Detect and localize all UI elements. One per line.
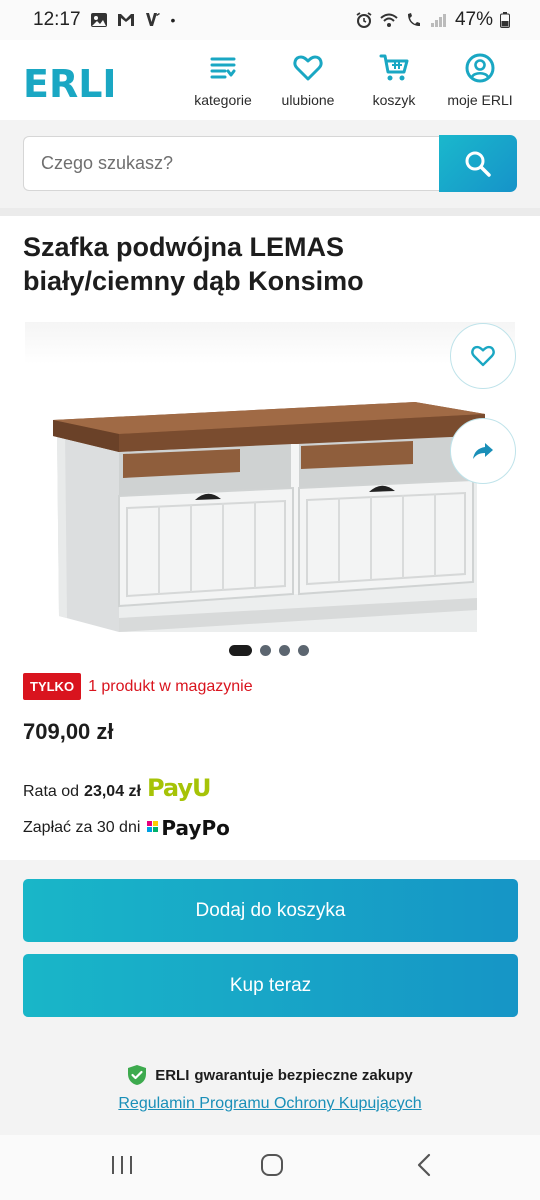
battery-icon [500, 12, 510, 28]
signal-icon [430, 14, 446, 27]
gallery-dot-4[interactable] [298, 645, 309, 656]
nav-ulubione[interactable]: ulubione [263, 52, 353, 108]
erli-logo[interactable]: ERLI [23, 62, 117, 106]
share-icon [473, 443, 493, 459]
paypo-row: Zapłać za 30 dni PayPo [23, 816, 230, 840]
product-title: Szafka podwójna LEMAS biały/ciemny dąb K… [23, 232, 364, 296]
wifi-calling-icon [407, 13, 420, 26]
category-list-icon [210, 57, 236, 79]
installment-row: Rata od 23,04 zł PayU [23, 774, 212, 802]
guarantee-row: ERLI gwarantuje bezpieczne zakupy [0, 1064, 540, 1086]
gallery-icon [90, 13, 107, 27]
nav-moje-erli[interactable]: moje ERLI [435, 52, 525, 108]
buyer-protection-link[interactable]: Regulamin Programu Ochrony Kupujących [0, 1095, 540, 1113]
search-bar [0, 120, 540, 208]
status-bar: 12:17 • 47% [0, 0, 540, 40]
nav-koszyk[interactable]: koszyk [349, 52, 439, 108]
installment-value: 23,04 zł [84, 783, 141, 800]
nav-label-koszyk: koszyk [372, 92, 416, 108]
gallery-pagination [229, 645, 309, 656]
product-gallery[interactable] [0, 322, 540, 642]
nav-label-moje-erli: moje ERLI [447, 92, 513, 108]
guarantee-text: gwarantuje bezpieczne zakupy [194, 1066, 413, 1084]
search-icon [465, 151, 491, 177]
recent-apps-icon[interactable] [110, 1153, 134, 1177]
gallery-top-shadow [25, 322, 515, 364]
gallery-dot-2[interactable] [260, 645, 271, 656]
notification-dot: • [170, 12, 176, 28]
heart-icon [293, 55, 323, 81]
nav-label-kategorie: kategorie [194, 92, 252, 108]
nav-label-ulubione: ulubione [281, 92, 335, 108]
nav-kategorie[interactable]: kategorie [178, 52, 268, 108]
search-input[interactable] [23, 136, 441, 191]
user-icon [465, 53, 495, 83]
stock-info: TYLKO 1 produkt w magazynie [23, 673, 253, 700]
buy-now-button[interactable]: Kup teraz [23, 954, 518, 1017]
vinted-icon [145, 13, 160, 26]
product-image[interactable] [45, 392, 485, 642]
gmail-icon [117, 14, 134, 26]
clock: 12:17 [33, 9, 81, 30]
payu-logo: PayU [146, 774, 212, 802]
add-to-cart-button[interactable]: Dodaj do koszyka [23, 879, 518, 942]
app-header: ERLI kategorie ulubione koszyk moje ERLI [0, 40, 540, 120]
wifi-icon [380, 13, 398, 27]
paypo-logo-text: PayPo [161, 816, 230, 840]
paypo-label: Zapłać za 30 dni [23, 819, 141, 836]
paypo-logo: PayPo [147, 816, 230, 840]
heart-icon [471, 345, 495, 367]
search-button[interactable] [439, 135, 517, 192]
section-divider [0, 208, 540, 216]
share-button[interactable] [450, 418, 516, 484]
back-icon[interactable] [414, 1153, 434, 1177]
guarantee-logo: ERLI [155, 1066, 190, 1084]
alarm-icon [356, 12, 372, 28]
actions-section: Dodaj do koszyka Kup teraz [0, 860, 540, 1135]
stock-text: 1 produkt w magazynie [88, 677, 253, 695]
installment-label: Rata od [23, 783, 80, 800]
home-icon[interactable] [260, 1153, 284, 1177]
favorite-button[interactable] [450, 323, 516, 389]
stock-badge: TYLKO [23, 673, 82, 700]
gallery-dot-3[interactable] [279, 645, 290, 656]
paypo-dots-icon [147, 821, 159, 832]
product-price: 709,00 zł [23, 719, 114, 744]
battery-percent: 47% [454, 9, 493, 30]
gallery-dot-1[interactable] [229, 645, 252, 656]
shield-check-icon [128, 1065, 147, 1085]
system-navigation-bar [0, 1135, 540, 1200]
cart-icon [379, 54, 409, 81]
